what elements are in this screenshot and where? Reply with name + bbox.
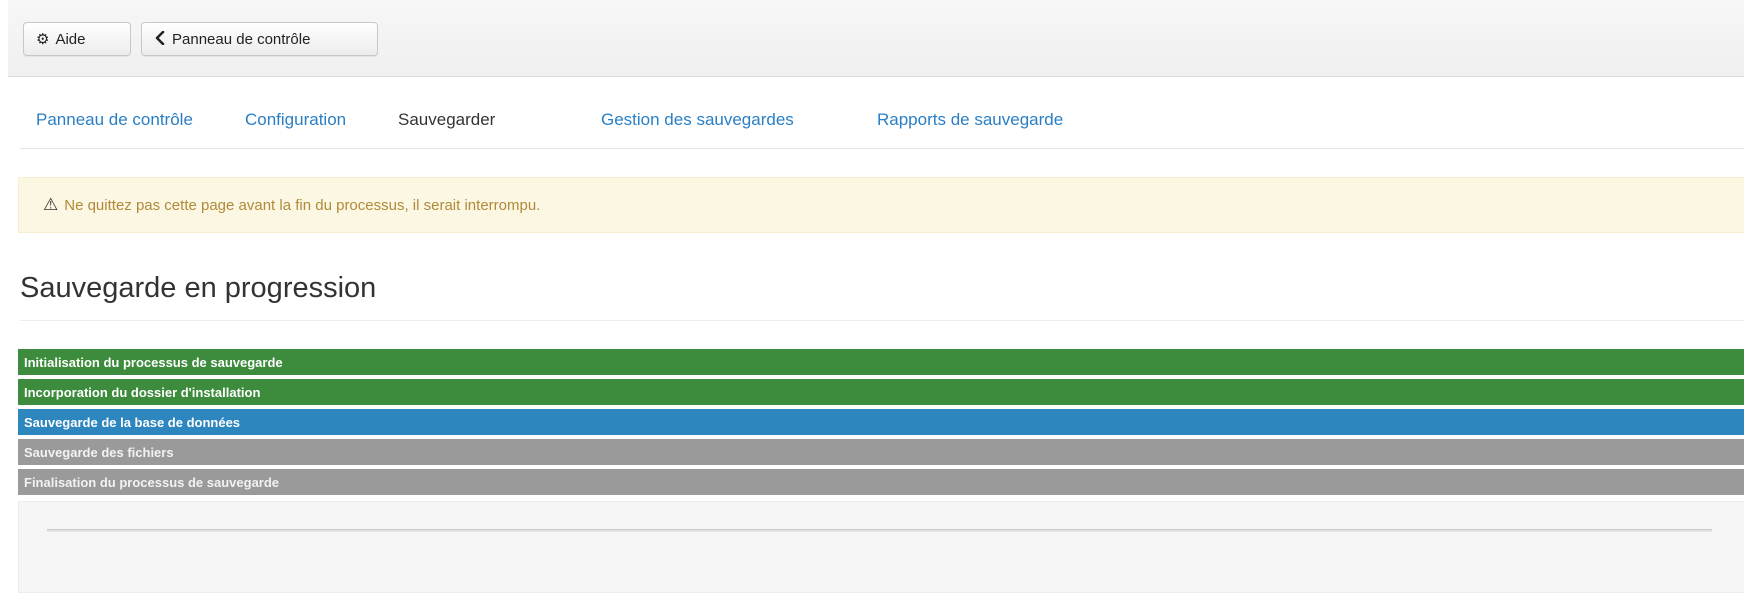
control-panel-back-label: Panneau de contrôle [172, 30, 311, 48]
tab-bar: Panneau de contrôle Configuration Sauveg… [20, 98, 1744, 149]
backup-steps: Initialisation du processus de sauvegard… [18, 349, 1744, 499]
tab-backup-management[interactable]: Gestion des sauvegardes [601, 110, 794, 130]
help-button[interactable]: ⚙ Aide [23, 22, 131, 56]
gear-icon: ⚙ [36, 29, 50, 48]
help-button-label: Aide [55, 30, 86, 48]
tab-configuration[interactable]: Configuration [245, 110, 346, 130]
step-files: Sauvegarde des fichiers [18, 439, 1744, 465]
step-finalize: Finalisation du processus de sauvegarde [18, 469, 1744, 495]
tab-control-panel[interactable]: Panneau de contrôle [36, 110, 193, 130]
toolbar: ⚙ Aide Panneau de contrôle [8, 0, 1744, 77]
step-init: Initialisation du processus de sauvegard… [18, 349, 1744, 375]
page-title: Sauvegarde en progression [20, 272, 377, 304]
tab-backup[interactable]: Sauvegarder [398, 110, 495, 130]
step-database: Sauvegarde de la base de données [18, 409, 1744, 435]
warning-icon: ⚠ [43, 195, 59, 215]
warning-text: Ne quittez pas cette page avant la fin d… [64, 196, 541, 214]
warning-alert: ⚠ Ne quittez pas cette page avant la fin… [18, 177, 1744, 233]
control-panel-back-button[interactable]: Panneau de contrôle [141, 22, 378, 56]
progress-bar [47, 529, 1712, 532]
divider [20, 320, 1744, 321]
step-install-folder: Incorporation du dossier d'installation [18, 379, 1744, 405]
tab-backup-reports[interactable]: Rapports de sauvegarde [877, 110, 1063, 130]
progress-panel [18, 501, 1744, 593]
backup-page: ⚙ Aide Panneau de contrôle Panneau de co… [0, 0, 1744, 599]
chevron-left-icon [154, 30, 166, 48]
